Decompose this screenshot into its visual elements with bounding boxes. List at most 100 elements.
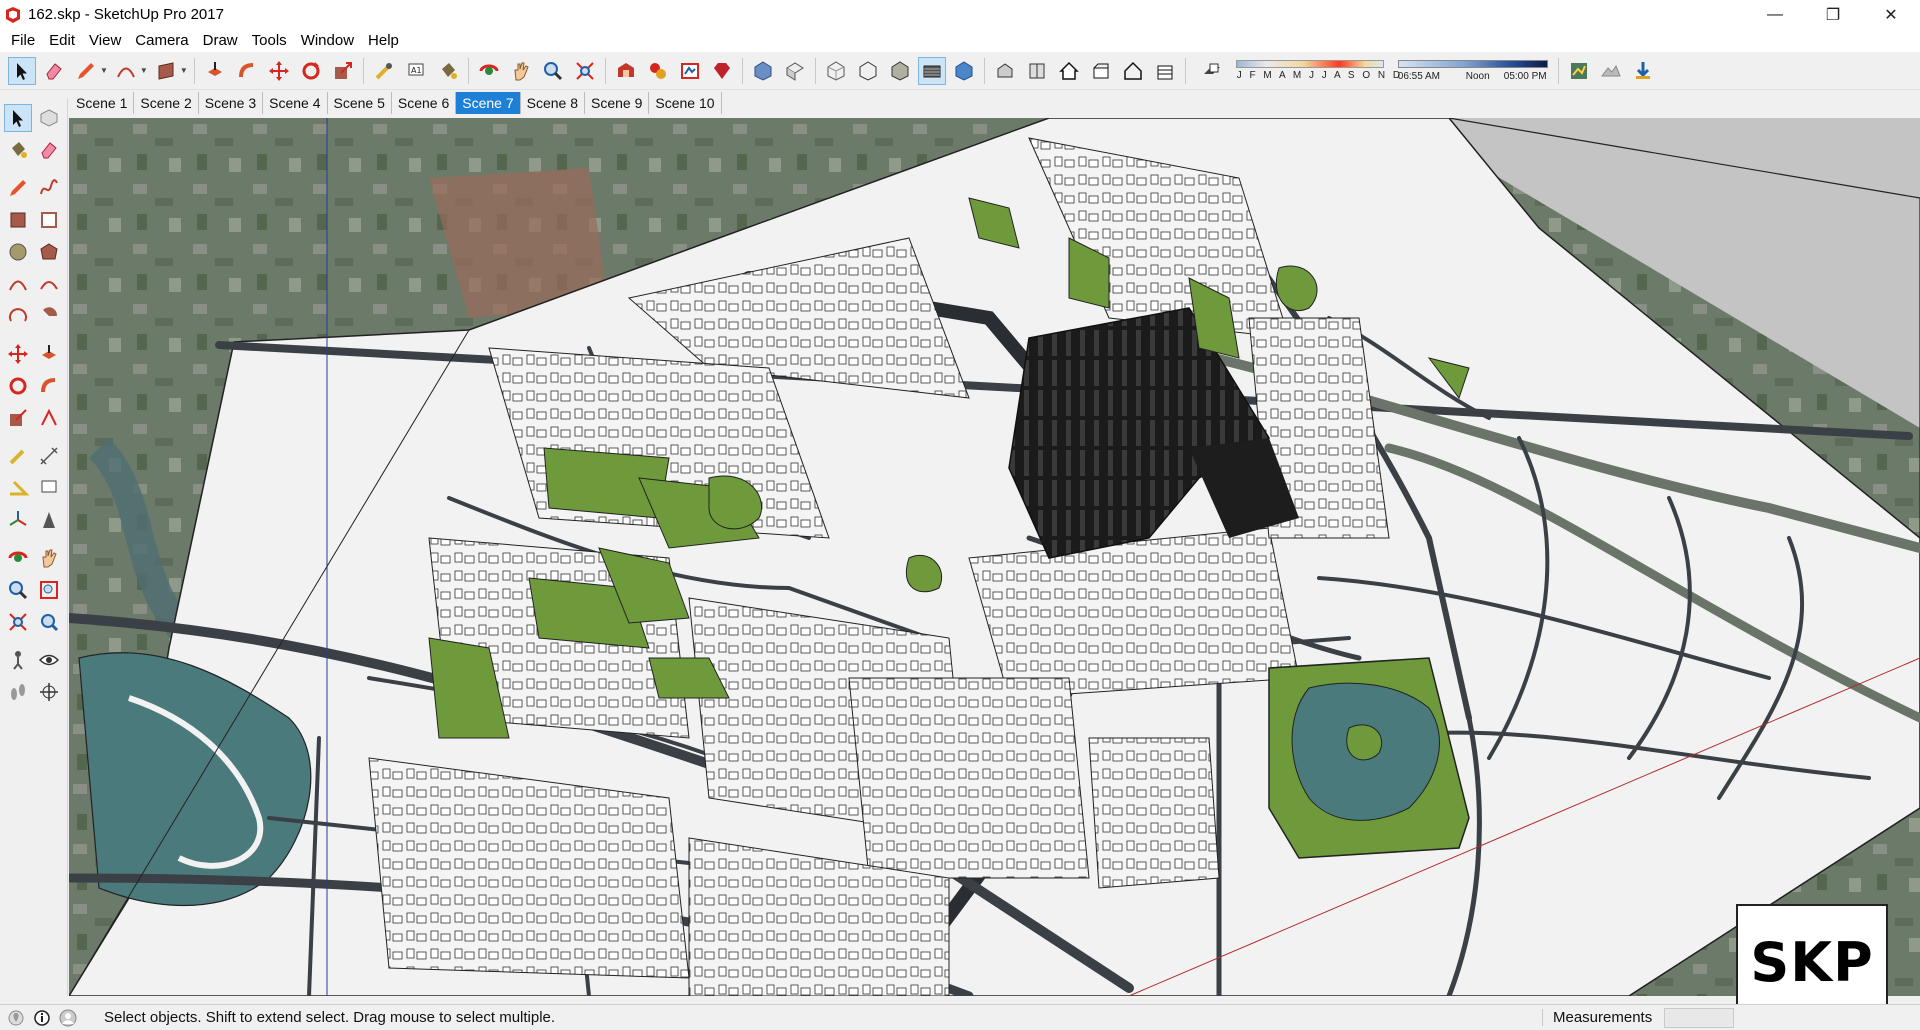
- text-tool-button[interactable]: A1: [402, 57, 430, 85]
- scale-tool-button[interactable]: [4, 404, 32, 432]
- view-home-button[interactable]: [1055, 57, 1083, 85]
- shape-tool-dropdown-icon[interactable]: ▼: [180, 66, 188, 75]
- tape-measure-button[interactable]: [370, 57, 398, 85]
- minimize-button[interactable]: —: [1746, 0, 1804, 29]
- section-plane-button[interactable]: [35, 678, 63, 706]
- view-iso-button[interactable]: [991, 57, 1019, 85]
- tab-scene-8[interactable]: Scene 8: [521, 92, 585, 114]
- pie-tool-button[interactable]: [35, 302, 63, 330]
- tab-scene-1[interactable]: Scene 1: [70, 92, 135, 114]
- polygon-tool-button[interactable]: [35, 238, 63, 266]
- orbit-button[interactable]: [4, 544, 32, 572]
- shadow-time-slider[interactable]: 06:55 AM Noon 05:00 PM: [1397, 57, 1548, 85]
- three-point-arc-button[interactable]: [4, 302, 32, 330]
- menu-tools[interactable]: Tools: [245, 29, 294, 52]
- shape-tool-button[interactable]: [152, 57, 180, 85]
- orbit-button[interactable]: [475, 57, 503, 85]
- pan-button[interactable]: [35, 544, 63, 572]
- push-pull-button[interactable]: [35, 340, 63, 368]
- tab-scene-4[interactable]: Scene 4: [263, 92, 328, 114]
- measurements-input[interactable]: [1664, 1008, 1734, 1028]
- push-pull-button[interactable]: [201, 57, 229, 85]
- two-point-arc-button[interactable]: [35, 270, 63, 298]
- shadow-month-slider[interactable]: J F M A M J J A S O N D: [1235, 57, 1400, 85]
- arc-tool-button[interactable]: [112, 57, 140, 85]
- credits-status[interactable]: [32, 1008, 52, 1028]
- xray-style-button[interactable]: [822, 57, 850, 85]
- scale-tool-button[interactable]: [329, 57, 357, 85]
- top-view-button[interactable]: [781, 57, 809, 85]
- add-location-button[interactable]: [1565, 57, 1593, 85]
- rotate-tool-button[interactable]: [297, 57, 325, 85]
- shaded-style-button[interactable]: [886, 57, 914, 85]
- rotated-rectangle-button[interactable]: [35, 206, 63, 234]
- paint-bucket-button[interactable]: [4, 136, 32, 164]
- line-tool-button[interactable]: [72, 57, 100, 85]
- menu-help[interactable]: Help: [361, 29, 406, 52]
- tab-scene-2[interactable]: Scene 2: [134, 92, 199, 114]
- wireframe-style-button[interactable]: [854, 57, 882, 85]
- follow-me-button[interactable]: [233, 57, 261, 85]
- 3d-warehouse-button[interactable]: [612, 57, 640, 85]
- tab-scene-3[interactable]: Scene 3: [199, 92, 264, 114]
- text-tool-button[interactable]: [35, 474, 63, 502]
- close-button[interactable]: ✕: [1862, 0, 1920, 29]
- shadows-toggle-button[interactable]: [1198, 57, 1226, 85]
- zoom-window-button[interactable]: [35, 576, 63, 604]
- dimension-tool-button[interactable]: [35, 442, 63, 470]
- tab-scene-6[interactable]: Scene 6: [392, 92, 457, 114]
- make-component-button[interactable]: [35, 104, 63, 132]
- zoom-extents-button[interactable]: [571, 57, 599, 85]
- zoom-extents-button[interactable]: [4, 608, 32, 636]
- walk-button[interactable]: [4, 678, 32, 706]
- zoom-button[interactable]: [539, 57, 567, 85]
- tab-scene-5[interactable]: Scene 5: [328, 92, 392, 114]
- protractor-tool-button[interactable]: [4, 474, 32, 502]
- layout-button[interactable]: [676, 57, 704, 85]
- rotate-tool-button[interactable]: [4, 372, 32, 400]
- follow-me-button[interactable]: [35, 372, 63, 400]
- previous-view-button[interactable]: [35, 608, 63, 636]
- iso-view-button[interactable]: [749, 57, 777, 85]
- eraser-tool-button[interactable]: [35, 136, 63, 164]
- paint-bucket-button[interactable]: [434, 57, 462, 85]
- move-tool-button[interactable]: [265, 57, 293, 85]
- tab-scene-10[interactable]: Scene 10: [649, 92, 722, 114]
- eraser-tool-button[interactable]: [40, 57, 68, 85]
- position-camera-button[interactable]: [4, 646, 32, 674]
- line-tool-dropdown-icon[interactable]: ▼: [100, 66, 108, 75]
- circle-tool-button[interactable]: [4, 238, 32, 266]
- extension-manager-button[interactable]: [708, 57, 736, 85]
- axes-tool-button[interactable]: [4, 506, 32, 534]
- menu-file[interactable]: File: [4, 29, 42, 52]
- menu-view[interactable]: View: [82, 29, 128, 52]
- maximize-button[interactable]: ❐: [1804, 0, 1862, 29]
- shaded-textures-style-button[interactable]: [917, 56, 946, 85]
- view-back-button[interactable]: [1119, 57, 1147, 85]
- menu-camera[interactable]: Camera: [128, 29, 195, 52]
- menu-window[interactable]: Window: [294, 29, 361, 52]
- extension-warehouse-button[interactable]: [644, 57, 672, 85]
- tab-scene-9[interactable]: Scene 9: [585, 92, 650, 114]
- view-front-button[interactable]: [1023, 57, 1051, 85]
- offset-tool-button[interactable]: [35, 404, 63, 432]
- sign-in-status[interactable]: [58, 1008, 78, 1028]
- zoom-button[interactable]: [4, 576, 32, 604]
- freehand-tool-button[interactable]: [35, 174, 63, 202]
- geo-location-status[interactable]: [6, 1008, 26, 1028]
- move-tool-button[interactable]: [4, 340, 32, 368]
- menu-edit[interactable]: Edit: [42, 29, 82, 52]
- tab-scene-7[interactable]: Scene 7: [456, 92, 521, 114]
- view-left-button[interactable]: [1151, 57, 1179, 85]
- model-viewport[interactable]: [69, 118, 1920, 996]
- line-tool-button[interactable]: [4, 174, 32, 202]
- toggle-terrain-button[interactable]: [1597, 57, 1625, 85]
- arc-tool-button[interactable]: [4, 270, 32, 298]
- pan-button[interactable]: [507, 57, 535, 85]
- tape-measure-button[interactable]: [4, 442, 32, 470]
- 3d-text-button[interactable]: [35, 506, 63, 534]
- menu-draw[interactable]: Draw: [196, 29, 245, 52]
- arc-tool-dropdown-icon[interactable]: ▼: [140, 66, 148, 75]
- photo-textures-button[interactable]: [1629, 57, 1657, 85]
- view-right-button[interactable]: [1087, 57, 1115, 85]
